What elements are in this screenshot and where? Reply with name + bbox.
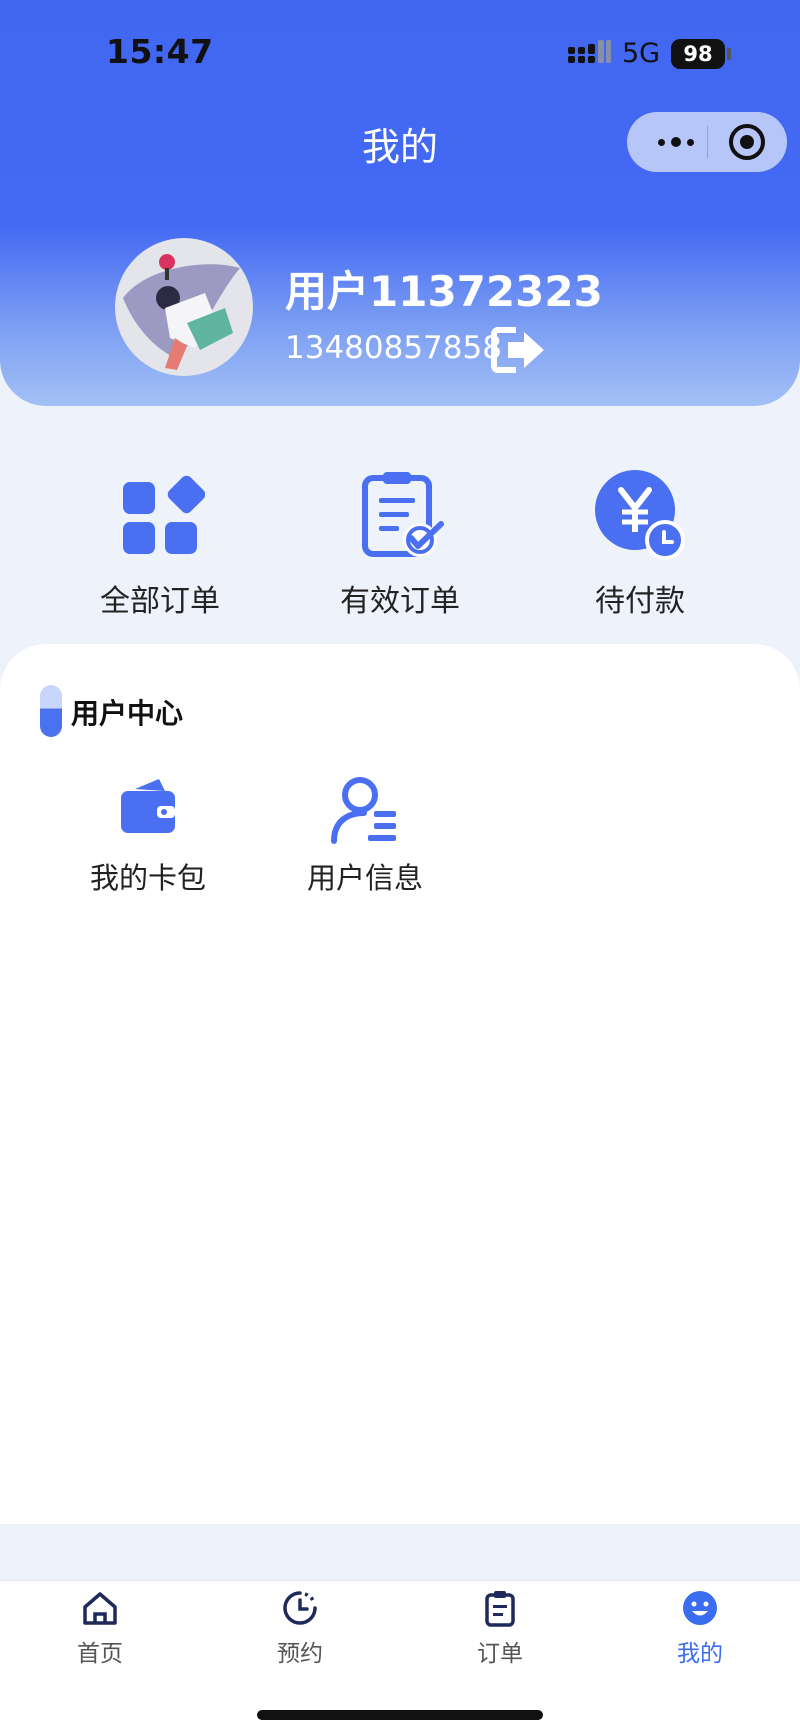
battery-tip xyxy=(727,48,731,60)
mini-program-capsule xyxy=(627,112,787,172)
tab-home[interactable]: 首页 xyxy=(0,1588,200,1668)
status-time: 15:47 xyxy=(106,32,214,71)
user-info-label: 用户信息 xyxy=(306,861,423,895)
user-info-icon xyxy=(331,777,396,844)
valid-orders-label: 有效订单 xyxy=(340,584,460,619)
tab-home-label: 首页 xyxy=(77,1641,123,1667)
logout-icon[interactable] xyxy=(490,326,546,374)
capsule-divider xyxy=(707,126,708,158)
network-type: 5G xyxy=(622,38,661,69)
all-orders-button[interactable]: 全部订单 xyxy=(60,470,260,620)
signal-icon xyxy=(568,40,611,63)
pending-payment-button[interactable]: 待付款 xyxy=(540,470,740,620)
home-icon xyxy=(83,1592,117,1625)
more-menu-button[interactable] xyxy=(647,112,705,172)
valid-orders-button[interactable]: 有效订单 xyxy=(300,470,500,620)
tab-orders-label: 订单 xyxy=(477,1641,523,1667)
user-info-button[interactable]: 用户信息 xyxy=(280,775,450,897)
smiley-icon xyxy=(683,1591,717,1625)
clipboard-icon xyxy=(485,1591,515,1627)
table-tennis-player-illustration xyxy=(123,254,240,370)
close-program-button[interactable] xyxy=(729,124,765,160)
my-card-wallet-button[interactable]: 我的卡包 xyxy=(63,775,233,897)
my-card-wallet-label: 我的卡包 xyxy=(89,861,206,895)
tab-mine-label: 我的 xyxy=(677,1641,723,1667)
username: 用户11372323 xyxy=(285,267,603,316)
wallet-icon xyxy=(121,779,175,833)
clock-icon xyxy=(283,1591,317,1625)
tab-reservation-label: 预约 xyxy=(277,1641,323,1667)
avatar[interactable] xyxy=(115,238,253,376)
tab-reservation[interactable]: 预约 xyxy=(200,1588,400,1668)
yen-clock-icon xyxy=(595,470,685,560)
section-marker xyxy=(40,685,62,737)
content-gap xyxy=(0,1524,800,1580)
phone-number: 13480857858 xyxy=(285,330,502,366)
pending-payment-label: 待付款 xyxy=(595,584,685,619)
battery-indicator: 98 xyxy=(671,39,725,69)
section-title: 用户中心 xyxy=(71,697,184,730)
checklist-icon xyxy=(362,472,444,557)
tab-mine[interactable]: 我的 xyxy=(600,1588,800,1668)
all-orders-label: 全部订单 xyxy=(100,584,220,619)
grid-icon xyxy=(123,475,205,554)
tab-orders[interactable]: 订单 xyxy=(400,1588,600,1668)
home-indicator xyxy=(257,1710,543,1720)
